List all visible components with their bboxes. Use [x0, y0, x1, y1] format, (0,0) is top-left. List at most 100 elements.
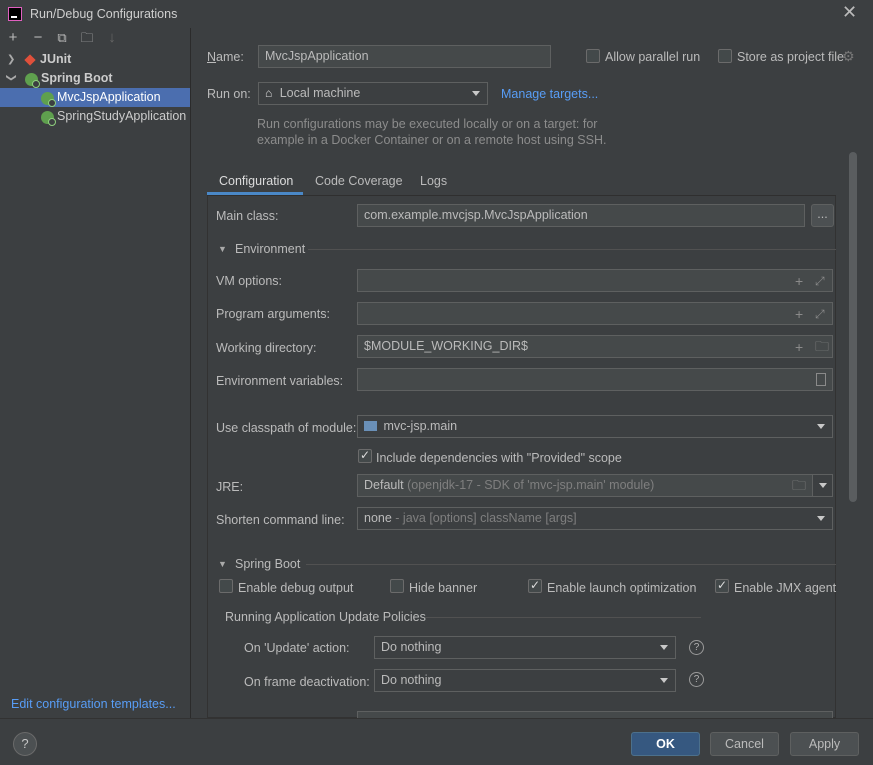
on-frame-value: Do nothing	[381, 673, 442, 687]
working-directory-field[interactable]: $MODULE_WORKING_DIR$ + 🗀	[357, 335, 833, 358]
shorten-command-select[interactable]: none - java [options] className [args]	[357, 507, 833, 530]
gear-icon[interactable]: ⚙	[842, 48, 855, 65]
edit-list-icon[interactable]	[816, 373, 826, 386]
working-directory-value: $MODULE_WORKING_DIR$	[364, 339, 528, 353]
chevron-down-icon[interactable]: ▼	[218, 244, 227, 254]
chevron-down-icon	[660, 678, 668, 683]
section-divider	[425, 617, 701, 618]
chevron-down-icon	[817, 424, 825, 429]
jmx-agent-checkbox[interactable]	[715, 578, 729, 593]
update-policies-label: Running Application Update Policies	[225, 610, 426, 624]
folder-icon[interactable]: 🗀	[792, 478, 806, 492]
tree-item-spring-boot[interactable]: ❯ Spring Boot	[0, 69, 190, 88]
on-update-value: Do nothing	[381, 640, 442, 654]
name-label: Name:	[207, 50, 244, 64]
classpath-module-select[interactable]: mvc-jsp.main	[357, 415, 833, 438]
shorten-value: none	[364, 511, 392, 525]
tree-item-junit[interactable]: ❯ JUnit	[0, 50, 190, 69]
run-on-hint-line2: example in a Docker Container or on a re…	[257, 133, 607, 147]
ok-button[interactable]: OK	[631, 732, 700, 756]
tab-code-coverage[interactable]: Code Coverage	[315, 174, 403, 188]
on-update-select[interactable]: Do nothing	[374, 636, 676, 659]
jre-dropdown-button[interactable]	[812, 474, 833, 497]
help-icon[interactable]: ?	[689, 672, 704, 687]
environment-variables-field[interactable]	[357, 368, 833, 391]
tab-logs[interactable]: Logs	[420, 174, 447, 188]
on-update-label: On 'Update' action:	[244, 641, 350, 655]
new-folder-icon[interactable]: 🗀	[80, 31, 94, 45]
add-icon[interactable]: +	[6, 30, 20, 45]
run-on-select[interactable]: ⌂ Local machine	[258, 82, 488, 105]
chevron-down-icon[interactable]: ▼	[218, 559, 227, 569]
jmx-agent-label: Enable JMX agent	[734, 581, 837, 595]
spring-boot-icon	[41, 92, 56, 107]
shorten-detail: - java [options] className [args]	[395, 511, 577, 525]
help-button[interactable]: ?	[13, 732, 37, 756]
scrollbar[interactable]	[849, 152, 857, 502]
shorten-command-label: Shorten command line:	[216, 513, 345, 527]
jre-label: JRE:	[216, 480, 244, 494]
jre-field[interactable]: Default (openjdk-17 - SDK of 'mvc-jsp.ma…	[357, 474, 813, 497]
launch-optimization-checkbox[interactable]	[528, 578, 542, 593]
browse-main-class-button[interactable]: ...	[811, 204, 834, 227]
cancel-button[interactable]: Cancel	[710, 732, 779, 756]
store-project-label: Store as project file	[737, 50, 844, 64]
allow-parallel-checkbox[interactable]	[586, 49, 600, 63]
active-profiles-field[interactable]	[357, 711, 833, 718]
tree-item-springstudyapplication[interactable]: SpringStudyApplication	[0, 107, 190, 126]
vm-options-field[interactable]: + ⤢	[357, 269, 833, 292]
chevron-down-icon	[472, 91, 480, 96]
tab-configuration[interactable]: Configuration	[219, 174, 293, 188]
chevron-down-icon	[819, 483, 827, 488]
run-on-hint-line1: Run configurations may be executed local…	[257, 117, 598, 131]
plus-icon[interactable]: +	[795, 274, 803, 288]
classpath-label: Use classpath of module:	[216, 421, 357, 435]
vm-options-label: VM options:	[216, 274, 283, 288]
main-class-field[interactable]: com.example.mvcjsp.MvcJspApplication	[357, 204, 805, 227]
include-provided-checkbox[interactable]	[358, 448, 372, 463]
on-frame-label: On frame deactivation:	[244, 675, 370, 689]
sort-icon[interactable]: ↓	[105, 30, 119, 45]
enable-debug-checkbox[interactable]	[219, 579, 233, 593]
plus-icon[interactable]: +	[795, 307, 803, 321]
remove-icon[interactable]: −	[31, 30, 45, 45]
module-icon	[364, 421, 377, 431]
section-divider	[306, 564, 836, 565]
expand-icon[interactable]: ⤢	[815, 274, 825, 288]
name-field[interactable]: MvcJspApplication	[258, 45, 551, 68]
hide-banner-checkbox[interactable]	[390, 579, 404, 593]
tree-label-spring-boot: Spring Boot	[41, 71, 113, 85]
chevron-right-icon: ❯	[7, 54, 16, 65]
enable-debug-label: Enable debug output	[238, 581, 354, 595]
section-divider	[308, 249, 836, 250]
program-arguments-label: Program arguments:	[216, 307, 330, 321]
edit-templates-link[interactable]: Edit configuration templates...	[11, 697, 176, 711]
environment-section-label: Environment	[235, 242, 305, 256]
launch-optimization-label: Enable launch optimization	[547, 581, 697, 595]
close-icon[interactable]: ✕	[842, 3, 858, 21]
spring-boot-section-label: Spring Boot	[235, 557, 301, 571]
chevron-down-icon	[817, 516, 825, 521]
working-directory-label: Working directory:	[216, 341, 317, 355]
apply-button[interactable]: Apply	[790, 732, 859, 756]
tree-item-mvcjspapplication[interactable]: MvcJspApplication	[0, 88, 190, 107]
on-frame-deactivation-select[interactable]: Do nothing	[374, 669, 676, 692]
copy-icon[interactable]: ⧉	[55, 31, 69, 45]
manage-targets-link[interactable]: Manage targets...	[501, 87, 598, 101]
configurations-tree-panel	[0, 28, 191, 718]
expand-icon[interactable]: ⤢	[815, 307, 825, 321]
run-on-label: Run on:	[207, 87, 251, 101]
allow-parallel-label: Allow parallel run	[605, 50, 701, 64]
home-icon: ⌂	[265, 86, 273, 100]
junit-icon	[24, 54, 36, 66]
spring-boot-icon	[25, 73, 40, 88]
intellij-logo-icon	[8, 7, 22, 21]
program-arguments-field[interactable]: + ⤢	[357, 302, 833, 325]
store-project-checkbox[interactable]	[718, 49, 732, 63]
tree-label: SpringStudyApplication	[57, 109, 187, 123]
help-icon[interactable]: ?	[689, 640, 704, 655]
classpath-value: mvc-jsp.main	[383, 419, 458, 433]
environment-section-text: Environment	[235, 242, 306, 256]
folder-icon[interactable]: 🗀	[815, 339, 829, 353]
plus-icon[interactable]: +	[795, 340, 803, 354]
